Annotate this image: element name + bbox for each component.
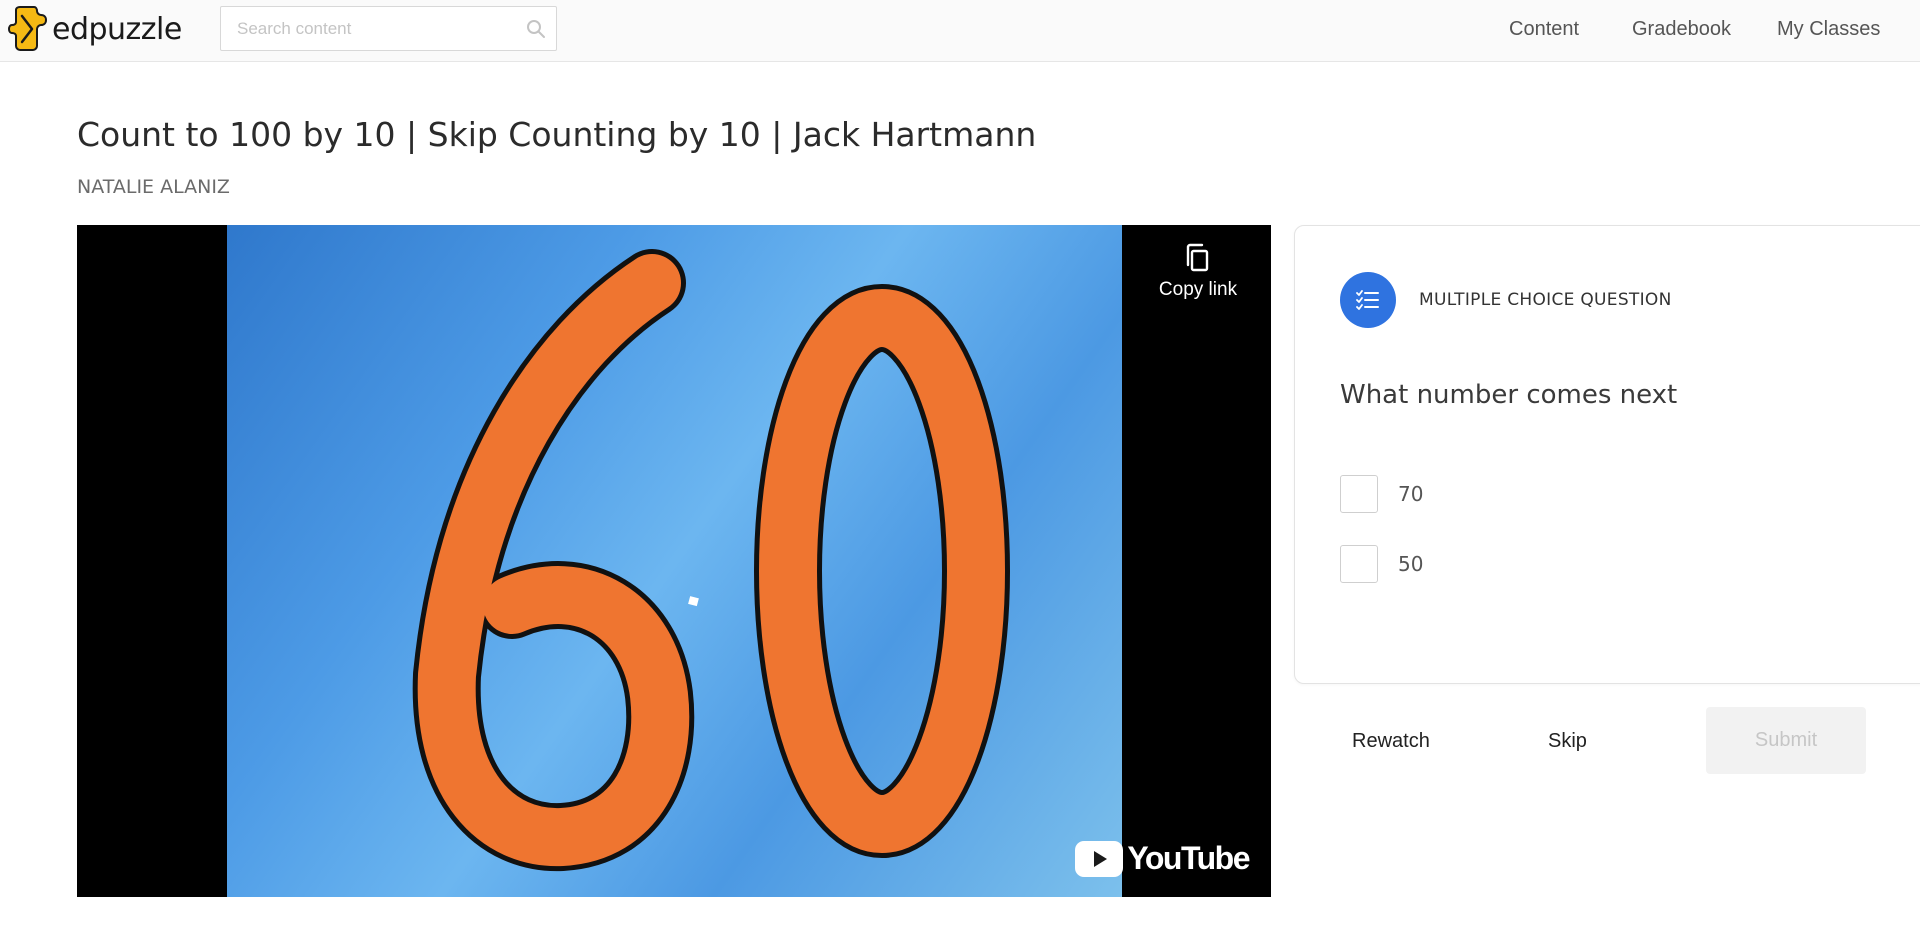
- search-icon[interactable]: [526, 19, 546, 39]
- question-text: What number comes next: [1340, 380, 1678, 410]
- top-header: edpuzzle Content Gradebook My Classes: [0, 0, 1920, 62]
- copy-link-label: Copy link: [1158, 279, 1238, 300]
- answer-choice[interactable]: 50: [1340, 545, 1423, 583]
- youtube-link[interactable]: YouTube: [1075, 840, 1250, 877]
- video-title: Count to 100 by 10 | Skip Counting by 10…: [77, 115, 1037, 154]
- choice-checkbox[interactable]: [1340, 545, 1378, 583]
- choice-label: 70: [1398, 482, 1424, 506]
- youtube-label: YouTube: [1127, 840, 1250, 876]
- puzzle-logo-icon: [8, 6, 48, 51]
- copy-icon: [1186, 243, 1209, 272]
- nav-my-classes[interactable]: My Classes: [1777, 0, 1880, 58]
- nav-content[interactable]: Content: [1509, 0, 1579, 58]
- search-input[interactable]: [221, 7, 556, 50]
- choice-checkbox[interactable]: [1340, 475, 1378, 513]
- question-card: MULTIPLE CHOICE QUESTION What number com…: [1294, 225, 1920, 684]
- question-type-label: MULTIPLE CHOICE QUESTION: [1419, 290, 1672, 310]
- checklist-icon: [1356, 290, 1379, 310]
- edpuzzle-logo[interactable]: edpuzzle: [8, 4, 182, 54]
- answer-choice[interactable]: 70: [1340, 475, 1423, 513]
- youtube-play-icon: [1075, 840, 1124, 877]
- video-frame[interactable]: [227, 225, 1122, 897]
- rewatch-button[interactable]: Rewatch: [1352, 708, 1430, 774]
- question-type-badge: [1340, 272, 1396, 328]
- author-name: NATALIE ALANIZ: [77, 176, 230, 198]
- nav-gradebook[interactable]: Gradebook: [1632, 0, 1731, 58]
- skip-button[interactable]: Skip: [1548, 708, 1587, 774]
- submit-button[interactable]: Submit: [1706, 707, 1866, 774]
- brand-name: edpuzzle: [52, 11, 182, 47]
- choice-label: 50: [1398, 552, 1424, 576]
- copy-link-button[interactable]: Copy link: [1153, 243, 1243, 301]
- video-player[interactable]: Copy link YouTube: [77, 225, 1271, 897]
- search-box: [220, 6, 557, 51]
- video-content-number: [412, 249, 1010, 872]
